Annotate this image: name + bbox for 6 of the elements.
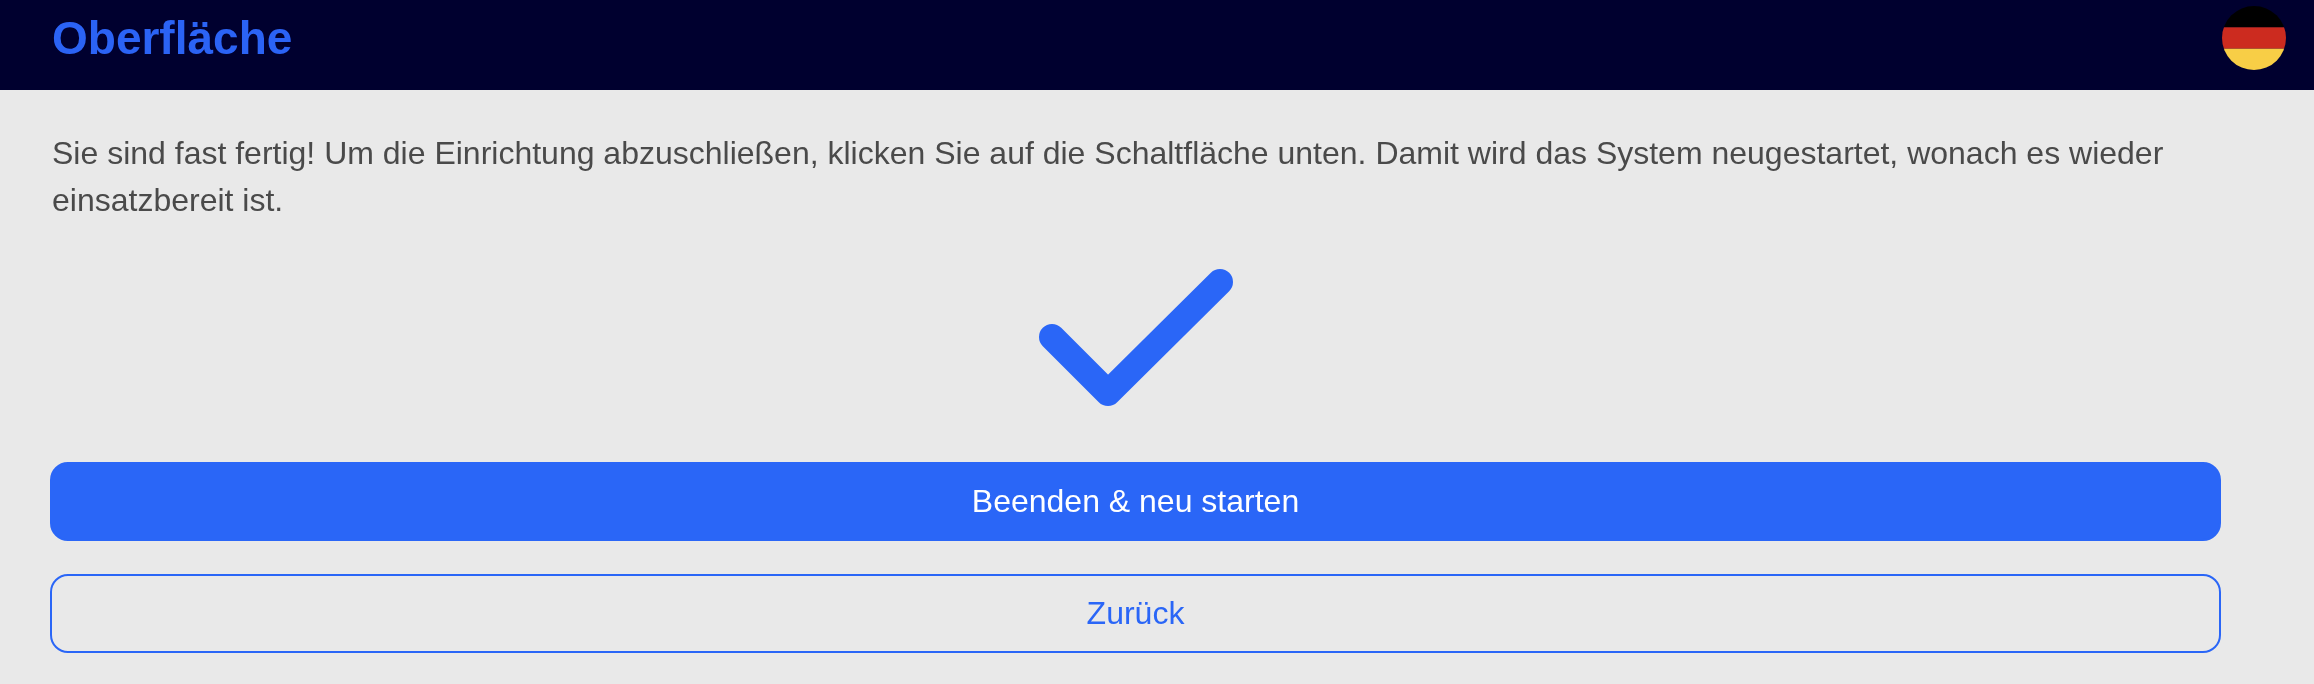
page-title: Oberfläche [52, 15, 293, 61]
checkmark-icon [1037, 268, 1234, 408]
instruction-text: Sie sind fast fertig! Um die Einrichtung abzuschließen, klicken Sie auf die Schaltfläche unten. Damit wird das System neugestartet, wonach es wieder einsatzbereit ist. [52, 134, 2165, 220]
finish-restart-button[interactable]: Beenden & neu starten [50, 462, 2221, 541]
flag-icon[interactable] [2222, 6, 2286, 70]
back-button[interactable]: Zurück [50, 574, 2221, 653]
